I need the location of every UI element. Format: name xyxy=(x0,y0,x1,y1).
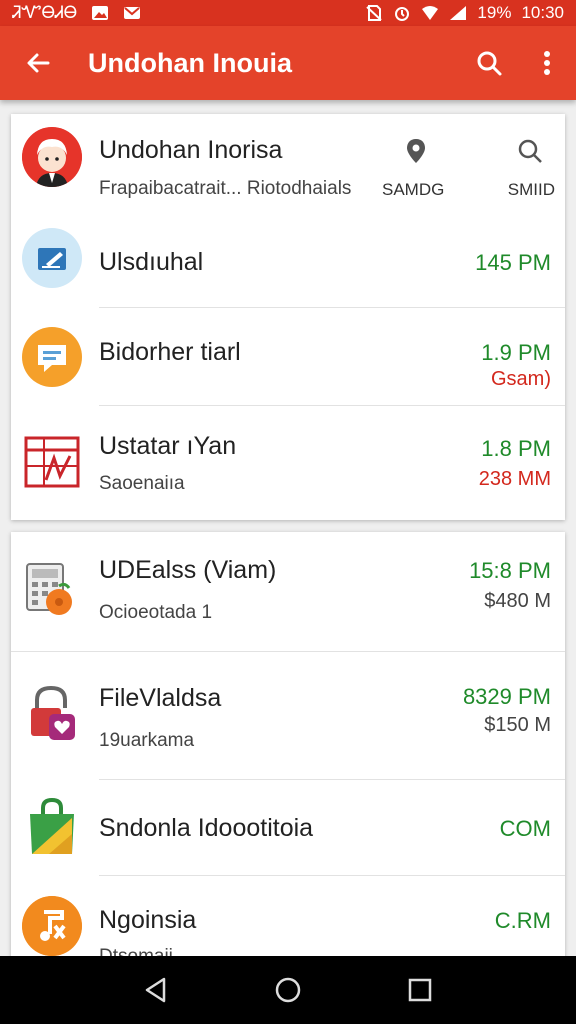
nav-home-button[interactable] xyxy=(268,970,308,1010)
item-amount: $150 M xyxy=(484,714,551,736)
list-item[interactable]: UDEalss (Viam) Ocioeotada 1 15:8 PM $480… xyxy=(11,532,565,652)
item-name: Bidorher tiarl xyxy=(99,338,241,366)
status-time: 10:30 xyxy=(521,3,564,22)
profile-name: Undohan Inorisa xyxy=(99,136,283,164)
nav-back-icon xyxy=(145,977,166,1003)
item-time: 15:8 PM xyxy=(469,558,551,583)
item-name: UDEalss (Viam) xyxy=(99,556,277,584)
profile-row[interactable]: Undohan Inorisa Frapaibacatrait... Rioto… xyxy=(11,114,565,210)
signal-icon xyxy=(450,6,467,20)
wifi-icon xyxy=(422,6,439,20)
list-item[interactable]: Ngoinsia Dtsomaii C.RM xyxy=(11,876,565,967)
item-name: Sndonla Idoootitoia xyxy=(99,814,314,842)
nav-back-button[interactable] xyxy=(136,970,176,1010)
search-icon xyxy=(477,51,502,76)
nav-home-icon xyxy=(275,977,301,1003)
avatar xyxy=(22,127,82,187)
photo-notification-icon xyxy=(92,6,109,20)
calendar-chart-icon xyxy=(24,436,80,488)
item-icon-bg xyxy=(22,327,82,387)
item-amount: $480 M xyxy=(484,590,551,612)
arrow-back-icon xyxy=(27,53,50,73)
item-time: 145 PM xyxy=(475,250,551,275)
page-title: Undohan Inouia xyxy=(88,47,292,78)
back-button[interactable] xyxy=(0,26,76,100)
item-name: Ngoinsia xyxy=(99,906,197,934)
item-icon-bg xyxy=(22,228,82,288)
item-time: C.RM xyxy=(494,908,551,933)
profile-subtitle: Frapaibacatrait... Riotodhaials xyxy=(99,178,352,199)
calculator-icon xyxy=(26,563,72,615)
app-bar: Undohan Inouia xyxy=(0,26,576,100)
person-avatar-icon xyxy=(22,127,82,187)
item-amount: 238 MM xyxy=(478,468,551,490)
battery-percent: 19% xyxy=(477,3,512,22)
item-icon-bg xyxy=(22,896,82,956)
item-icon-bg xyxy=(25,562,77,618)
search-label: SMIID xyxy=(507,180,555,199)
search-button[interactable] xyxy=(460,26,518,100)
item-icon-bg xyxy=(27,797,77,856)
item-subtitle: Ocioeotada 1 xyxy=(99,602,213,623)
item-subtitle: 19uarkama xyxy=(99,730,195,751)
shopping-bag-icon xyxy=(30,797,74,854)
alarm-icon xyxy=(395,7,410,21)
no-sim-icon xyxy=(366,5,383,21)
lock-heart-icon xyxy=(31,685,75,740)
status-bar: ᏘᏉᎾᏗᎾ 19% 10:30 xyxy=(0,0,576,26)
location-pin-icon[interactable] xyxy=(404,138,428,164)
list-item[interactable]: Sndonla Idoootitoia COM xyxy=(11,780,565,876)
music-note-icon xyxy=(22,896,82,956)
list-item[interactable]: Ulsdıuhal 145 PM xyxy=(11,210,565,308)
transactions-card: UDEalss (Viam) Ocioeotada 1 15:8 PM $480… xyxy=(11,532,565,967)
system-nav-bar xyxy=(0,956,576,1024)
item-amount: Gsam) xyxy=(491,368,551,390)
nav-recents-button[interactable] xyxy=(400,970,440,1010)
message-icon xyxy=(38,345,66,372)
item-name: Ustatar ıYan xyxy=(99,432,237,460)
item-time: 1.9 PM xyxy=(481,340,551,365)
item-time: 1.8 PM xyxy=(481,436,551,461)
more-options-button[interactable] xyxy=(518,26,576,100)
carrier-label: ᏘᏉᎾᏗᎾ xyxy=(12,3,78,22)
item-time: 8329 PM xyxy=(462,684,551,709)
list-item[interactable]: Bidorher tiarl 1.9 PM Gsam) xyxy=(11,308,565,406)
item-name: Ulsdıuhal xyxy=(99,248,204,276)
location-label: SAMDG xyxy=(382,180,445,199)
search-small-icon[interactable] xyxy=(517,138,543,164)
mail-notification-icon xyxy=(124,7,141,19)
edit-card-icon xyxy=(38,248,66,270)
contact-card: Undohan Inorisa Frapaibacatrait... Rioto… xyxy=(11,114,565,520)
item-name: FileVlaldsa xyxy=(99,684,222,712)
list-item[interactable]: Ustatar ıYan Saoenaiıa 1.8 PM 238 MM xyxy=(11,406,565,520)
item-icon-bg xyxy=(24,436,80,488)
list-item[interactable]: FileVlaldsa 19uarkama 8329 PM $150 M xyxy=(11,652,565,780)
more-vert-icon xyxy=(544,51,550,75)
item-time: COM xyxy=(499,816,551,841)
item-subtitle: Saoenaiıa xyxy=(99,473,185,494)
item-icon-bg xyxy=(27,684,79,742)
nav-recents-icon xyxy=(408,978,432,1002)
